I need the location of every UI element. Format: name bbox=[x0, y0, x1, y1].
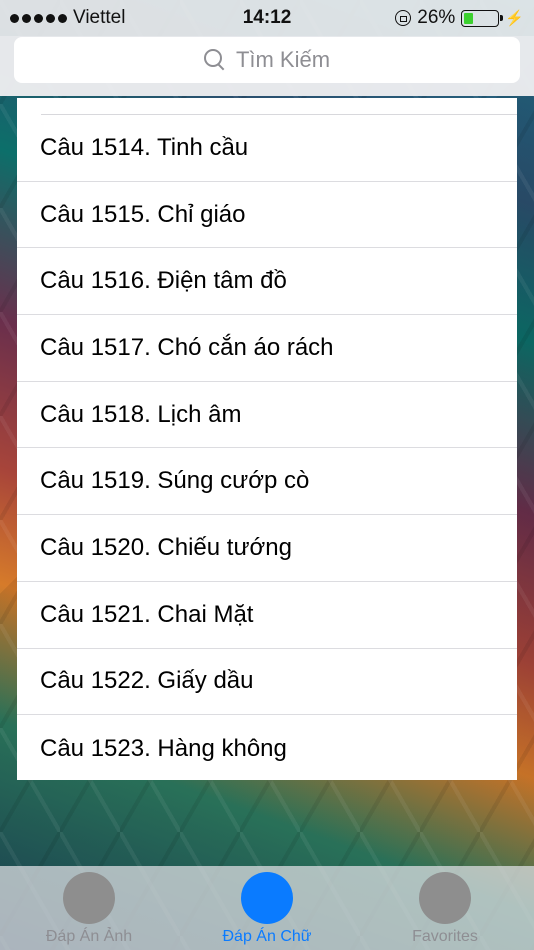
status-left: Viettel bbox=[10, 7, 125, 29]
battery-percent: 26% bbox=[417, 7, 456, 28]
tab-circle-icon bbox=[241, 872, 293, 924]
tab-label: Đáp Án Ảnh bbox=[45, 928, 133, 945]
tab-favorites[interactable]: Favorites bbox=[356, 866, 534, 946]
status-bar: Viettel 14:12 26% ⚡ bbox=[0, 0, 534, 36]
status-time: 14:12 bbox=[242, 7, 292, 28]
list-item[interactable]: Câu 1520. Chiếu tướng bbox=[17, 515, 517, 582]
tab-bar: Đáp Án Ảnh Đáp Án Chữ Favorites bbox=[0, 866, 534, 950]
list-top-divider bbox=[41, 98, 517, 115]
tab-label: Đáp Án Chữ bbox=[222, 928, 312, 945]
rotation-lock-icon bbox=[395, 10, 412, 26]
list-item[interactable]: Câu 1514. Tinh cầu bbox=[17, 115, 517, 182]
tab-circle-icon bbox=[419, 872, 471, 924]
list-item[interactable]: Câu 1518. Lịch âm bbox=[17, 382, 517, 449]
tab-image-answers[interactable]: Đáp Án Ảnh bbox=[0, 866, 178, 946]
list-item[interactable]: Câu 1523. Hàng không bbox=[17, 715, 517, 780]
list-item[interactable]: Câu 1516. Điện tâm đồ bbox=[17, 248, 517, 316]
list-item[interactable]: Câu 1517. Chó cắn áo rách bbox=[17, 315, 517, 382]
tab-text-answers[interactable]: Đáp Án Chữ bbox=[178, 866, 356, 946]
answer-list[interactable]: Câu 1514. Tinh cầu Câu 1515. Chỉ giáo Câu … bbox=[17, 98, 517, 780]
battery-icon bbox=[461, 9, 504, 27]
search-icon bbox=[203, 49, 226, 71]
search-input[interactable]: Tìm Kiếm bbox=[14, 37, 520, 83]
search-header: Tìm Kiếm bbox=[0, 36, 534, 96]
carrier-name: Viettel bbox=[73, 7, 126, 28]
list-item[interactable]: Câu 1515. Chỉ giáo bbox=[17, 182, 517, 249]
tab-circle-icon bbox=[63, 872, 115, 924]
charging-icon: ⚡ bbox=[505, 10, 524, 27]
tab-label: Favorites bbox=[412, 928, 478, 945]
list-item[interactable]: Câu 1522. Giấy dầu bbox=[17, 649, 517, 716]
status-right: 26% ⚡ bbox=[395, 7, 524, 29]
search-placeholder: Tìm Kiếm bbox=[235, 47, 331, 72]
list-item[interactable]: Câu 1519. Súng cướp cò bbox=[17, 448, 517, 516]
list-item[interactable]: Câu 1521. Chai Mặt bbox=[17, 582, 517, 649]
signal-strength-icon bbox=[10, 13, 67, 23]
